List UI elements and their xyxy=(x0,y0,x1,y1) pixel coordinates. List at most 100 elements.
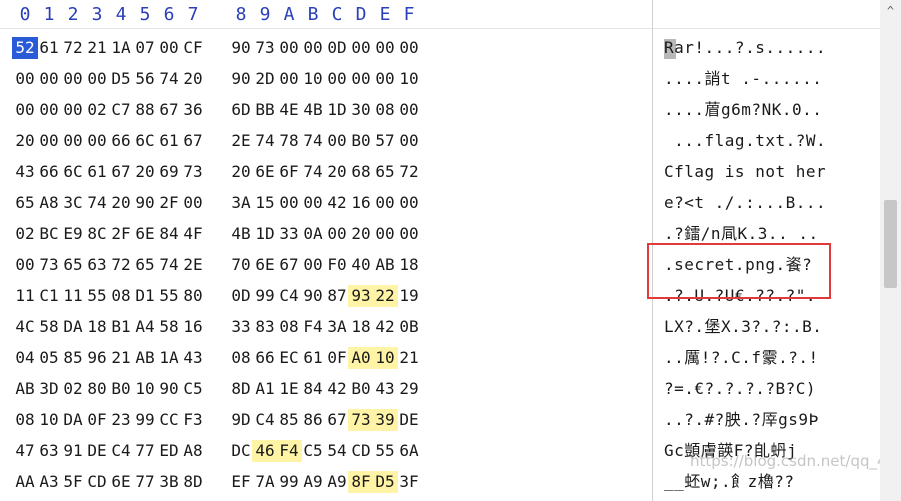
hex-byte[interactable]: 0D xyxy=(228,285,254,307)
hex-byte[interactable]: 00 xyxy=(12,68,38,90)
hex-byte[interactable]: 2F xyxy=(156,192,182,214)
hex-byte[interactable]: 08 xyxy=(228,347,254,369)
hex-byte[interactable]: DE xyxy=(396,409,422,431)
hex-byte[interactable]: 00 xyxy=(372,68,398,90)
hex-byte[interactable]: 18 xyxy=(84,316,110,338)
hex-byte[interactable]: 00 xyxy=(60,99,86,121)
hex-byte[interactable]: 6E xyxy=(252,254,278,276)
hex-byte[interactable]: 90 xyxy=(132,192,158,214)
hex-byte[interactable]: 7A xyxy=(252,471,278,493)
hex-byte[interactable]: C7 xyxy=(108,99,134,121)
hex-byte[interactable]: 9D xyxy=(228,409,254,431)
hex-byte[interactable]: BB xyxy=(252,99,278,121)
hex-byte[interactable]: F3 xyxy=(180,409,206,431)
hex-byte[interactable]: 21 xyxy=(84,37,110,59)
hex-byte[interactable]: 4F xyxy=(180,223,206,245)
hex-byte[interactable]: 4E xyxy=(276,99,302,121)
hex-byte[interactable]: 74 xyxy=(84,192,110,214)
hex-byte[interactable]: 54 xyxy=(324,440,350,462)
ascii-text[interactable]: ..厲!?.C.f霥.?.! xyxy=(664,347,878,369)
hex-byte[interactable]: 30 xyxy=(348,99,374,121)
hex-byte[interactable]: DE xyxy=(84,440,110,462)
hex-byte[interactable]: 10 xyxy=(372,347,398,369)
hex-byte[interactable]: 6C xyxy=(132,130,158,152)
scrollbar-thumb[interactable] xyxy=(884,200,897,288)
hex-byte[interactable]: 0F xyxy=(84,409,110,431)
ascii-text[interactable]: ?=.€?.?.?.?B?C) xyxy=(664,378,878,400)
hex-byte[interactable]: 65 xyxy=(372,161,398,183)
hex-byte[interactable]: 04 xyxy=(12,347,38,369)
hex-byte[interactable]: 1A xyxy=(108,37,134,59)
hex-byte[interactable]: 00 xyxy=(36,99,62,121)
hex-byte[interactable]: 00 xyxy=(84,68,110,90)
hex-byte[interactable]: A8 xyxy=(180,440,206,462)
hex-byte[interactable]: F4 xyxy=(276,440,302,462)
hex-byte[interactable]: 61 xyxy=(156,130,182,152)
scroll-up-arrow-icon[interactable]: ^ xyxy=(880,0,901,22)
hex-byte[interactable]: 72 xyxy=(108,254,134,276)
hex-byte[interactable]: 3B xyxy=(156,471,182,493)
hex-byte[interactable]: E9 xyxy=(60,223,86,245)
hex-byte[interactable]: 10 xyxy=(132,378,158,400)
hex-byte[interactable]: 69 xyxy=(156,161,182,183)
hex-byte[interactable]: 6A xyxy=(396,440,422,462)
hex-byte[interactable]: 00 xyxy=(276,37,302,59)
hex-byte[interactable]: 63 xyxy=(36,440,62,462)
hex-byte[interactable]: B1 xyxy=(108,316,134,338)
hex-byte[interactable]: 11 xyxy=(12,285,38,307)
hex-byte[interactable]: 00 xyxy=(300,254,326,276)
hex-byte[interactable]: 11 xyxy=(60,285,86,307)
hex-byte[interactable]: 3C xyxy=(60,192,86,214)
hex-byte[interactable]: 57 xyxy=(372,130,398,152)
hex-byte[interactable]: DC xyxy=(228,440,254,462)
hex-byte[interactable]: 20 xyxy=(108,192,134,214)
hex-byte[interactable]: F0 xyxy=(324,254,350,276)
hex-byte[interactable]: B0 xyxy=(108,378,134,400)
hex-byte[interactable]: 00 xyxy=(396,99,422,121)
hex-byte[interactable]: 00 xyxy=(324,130,350,152)
hex-byte[interactable]: 10 xyxy=(36,409,62,431)
hex-byte[interactable]: 73 xyxy=(348,409,374,431)
hex-byte[interactable]: 84 xyxy=(156,223,182,245)
hex-byte[interactable]: 74 xyxy=(300,130,326,152)
hex-byte[interactable]: A3 xyxy=(36,471,62,493)
hex-byte[interactable]: 85 xyxy=(276,409,302,431)
hex-byte[interactable]: 65 xyxy=(60,254,86,276)
hex-byte[interactable]: 39 xyxy=(372,409,398,431)
hex-byte[interactable]: B0 xyxy=(348,378,374,400)
hex-byte[interactable]: 00 xyxy=(84,130,110,152)
hex-byte[interactable]: A8 xyxy=(36,192,62,214)
hex-byte[interactable]: 20 xyxy=(324,161,350,183)
hex-byte[interactable]: 00 xyxy=(60,130,86,152)
hex-byte[interactable]: 00 xyxy=(396,223,422,245)
hex-byte[interactable]: 19 xyxy=(396,285,422,307)
hex-byte[interactable]: 96 xyxy=(84,347,110,369)
hex-byte[interactable]: 07 xyxy=(132,37,158,59)
hex-byte[interactable]: 00 xyxy=(12,254,38,276)
hex-byte[interactable]: 6D xyxy=(228,99,254,121)
hex-byte[interactable]: 0D xyxy=(324,37,350,59)
hex-byte[interactable]: 74 xyxy=(156,254,182,276)
hex-byte[interactable]: 2E xyxy=(180,254,206,276)
hex-byte[interactable]: D5 xyxy=(372,471,398,493)
hex-byte[interactable]: 2E xyxy=(228,130,254,152)
hex-byte[interactable]: 90 xyxy=(228,37,254,59)
hex-byte[interactable]: 00 xyxy=(300,37,326,59)
hex-byte[interactable]: B0 xyxy=(348,130,374,152)
hex-byte[interactable]: 6F xyxy=(276,161,302,183)
hex-byte[interactable]: 66 xyxy=(108,130,134,152)
hex-byte[interactable]: 55 xyxy=(156,285,182,307)
hex-byte[interactable]: 55 xyxy=(372,440,398,462)
hex-byte[interactable]: 6E xyxy=(252,161,278,183)
hex-byte[interactable]: CD xyxy=(348,440,374,462)
hex-byte[interactable]: C4 xyxy=(108,440,134,462)
hex-byte[interactable]: 84 xyxy=(300,378,326,400)
hex-byte[interactable]: 00 xyxy=(396,37,422,59)
hex-byte[interactable]: 66 xyxy=(252,347,278,369)
hex-byte[interactable]: 8D xyxy=(228,378,254,400)
hex-byte[interactable]: 85 xyxy=(60,347,86,369)
hex-byte[interactable]: 18 xyxy=(348,316,374,338)
hex-byte[interactable]: D5 xyxy=(108,68,134,90)
hex-byte[interactable]: AB xyxy=(372,254,398,276)
hex-byte[interactable]: AB xyxy=(12,378,38,400)
